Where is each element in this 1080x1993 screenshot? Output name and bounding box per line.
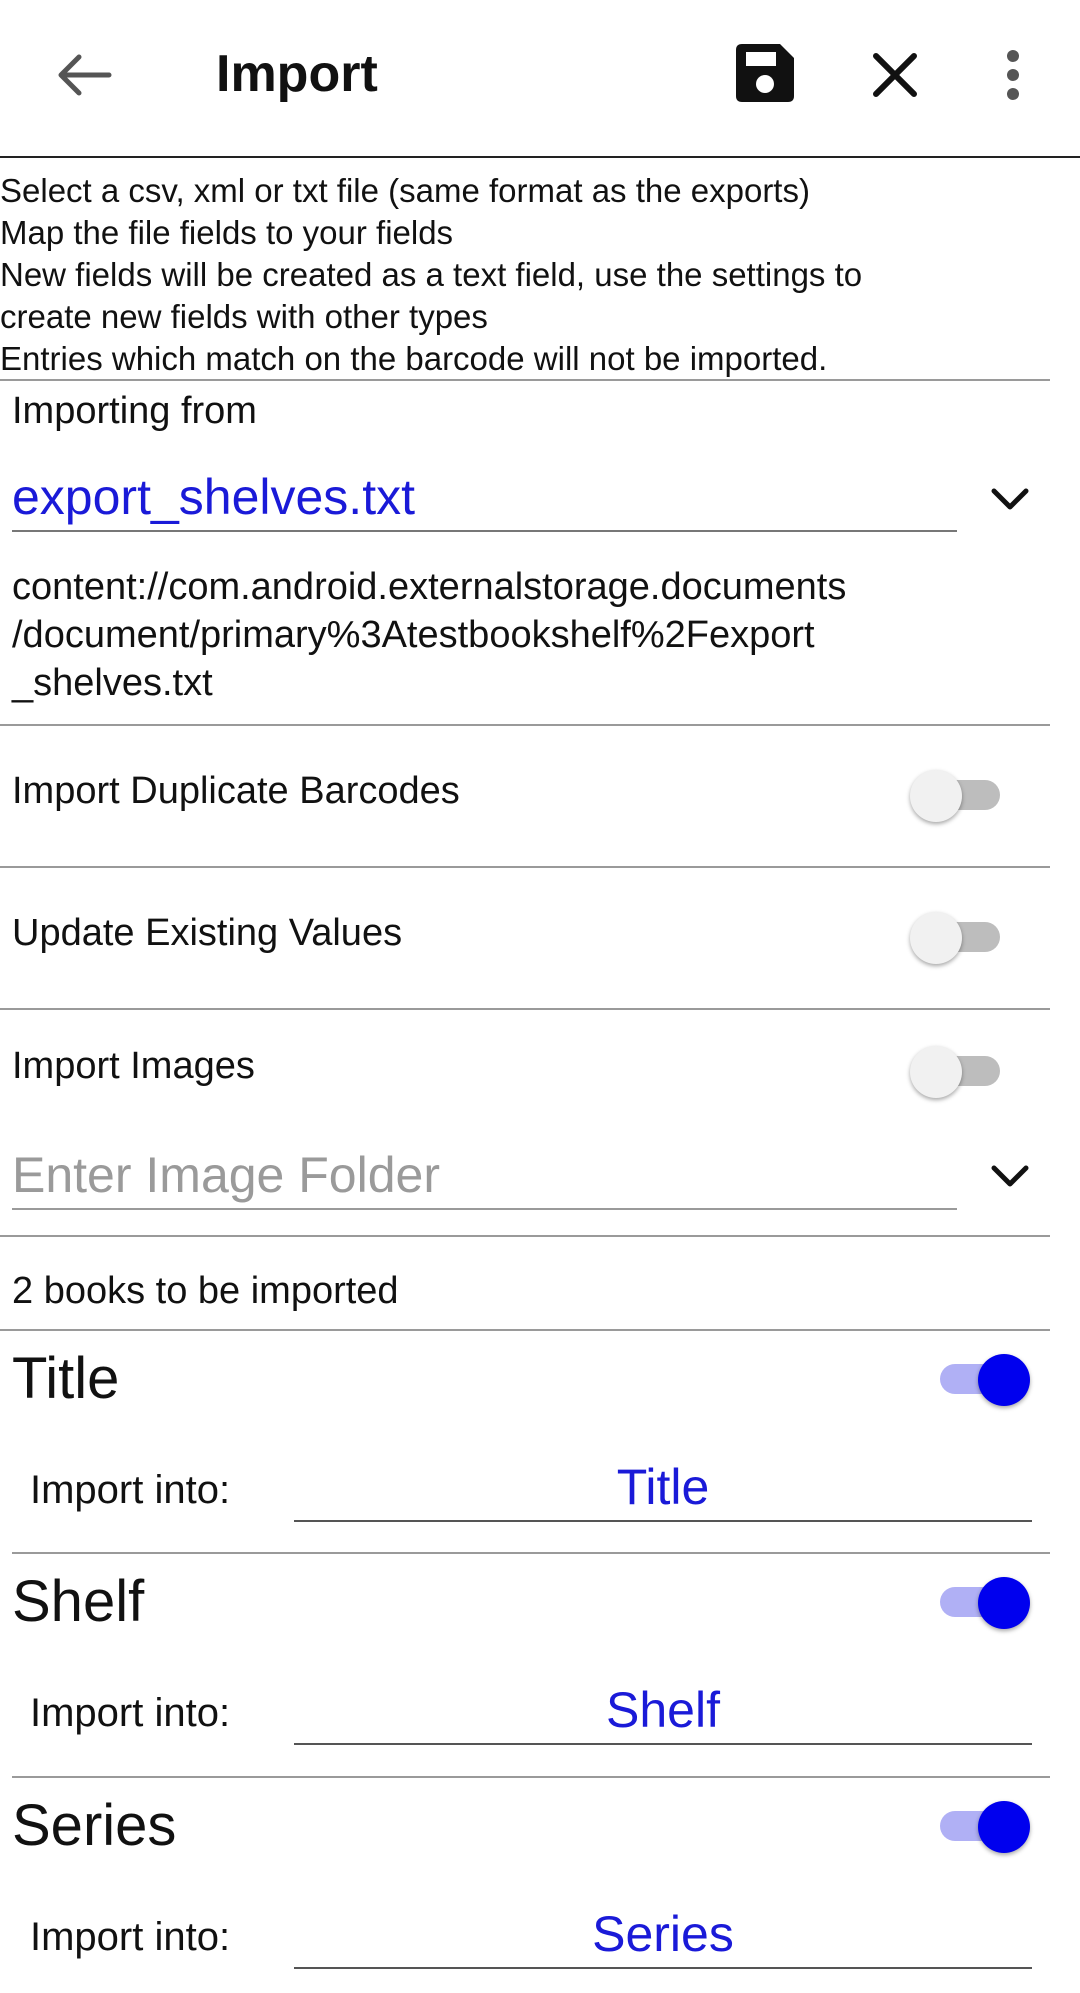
field-target-select[interactable]: Title (294, 1452, 1032, 1522)
chevron-down-icon[interactable] (982, 471, 1038, 527)
import-duplicates-toggle[interactable] (910, 758, 1010, 828)
instruction-line: Map the file fields to your fields (0, 214, 454, 251)
source-uri: content://com.android.externalstorage.do… (12, 563, 1032, 707)
page-title: Import (216, 45, 378, 103)
instructions-text: Select a csv, xml or txt file (same form… (0, 170, 1050, 380)
importing-from-label: Importing from (12, 390, 257, 432)
field-toggle-series[interactable] (930, 1789, 1030, 1859)
arrow-back-icon[interactable] (50, 40, 120, 110)
uri-line: /document/primary%3Atestbookshelf%2Fexpo… (12, 614, 815, 656)
divider (0, 1329, 1050, 1331)
uri-line: content://com.android.externalstorage.do… (12, 566, 847, 608)
field-toggle-title[interactable] (930, 1342, 1030, 1412)
field-name: Title (12, 1346, 120, 1411)
import-images-toggle[interactable] (910, 1034, 1010, 1104)
source-file-dropdown[interactable]: export_shelves.txt (12, 462, 957, 532)
instruction-line: create new fields with other types (0, 298, 488, 335)
divider (0, 1235, 1050, 1237)
update-existing-label: Update Existing Values (12, 912, 403, 954)
instruction-line: New fields will be created as a text fie… (0, 256, 863, 293)
divider (0, 1008, 1050, 1010)
field-toggle-shelf[interactable] (930, 1565, 1030, 1635)
app-bar: Import (0, 0, 1080, 158)
image-folder-input[interactable]: Enter Image Folder (12, 1140, 957, 1210)
chevron-down-icon[interactable] (982, 1148, 1038, 1204)
update-existing-toggle[interactable] (910, 900, 1010, 970)
uri-line: _shelves.txt (12, 662, 213, 704)
import-duplicates-label: Import Duplicate Barcodes (12, 770, 460, 812)
instruction-line: Select a csv, xml or txt file (same form… (0, 172, 810, 209)
books-count-text: 2 books to be imported (12, 1270, 399, 1312)
field-name: Shelf (12, 1569, 145, 1634)
divider (0, 866, 1050, 868)
divider (12, 1776, 1050, 1778)
close-icon[interactable] (860, 40, 930, 110)
import-into-label: Import into: (30, 1691, 231, 1735)
import-into-label: Import into: (30, 1915, 231, 1959)
divider (0, 724, 1050, 726)
save-icon[interactable] (730, 38, 800, 108)
import-into-label: Import into: (30, 1468, 231, 1512)
divider (12, 1552, 1050, 1554)
field-target-select[interactable]: Series (294, 1899, 1032, 1969)
more-vert-icon[interactable] (985, 40, 1041, 110)
field-name: Series (12, 1793, 177, 1858)
field-target-select[interactable]: Shelf (294, 1675, 1032, 1745)
instruction-line: Entries which match on the barcode will … (0, 340, 828, 377)
divider (0, 379, 1050, 381)
import-images-label: Import Images (12, 1045, 255, 1087)
